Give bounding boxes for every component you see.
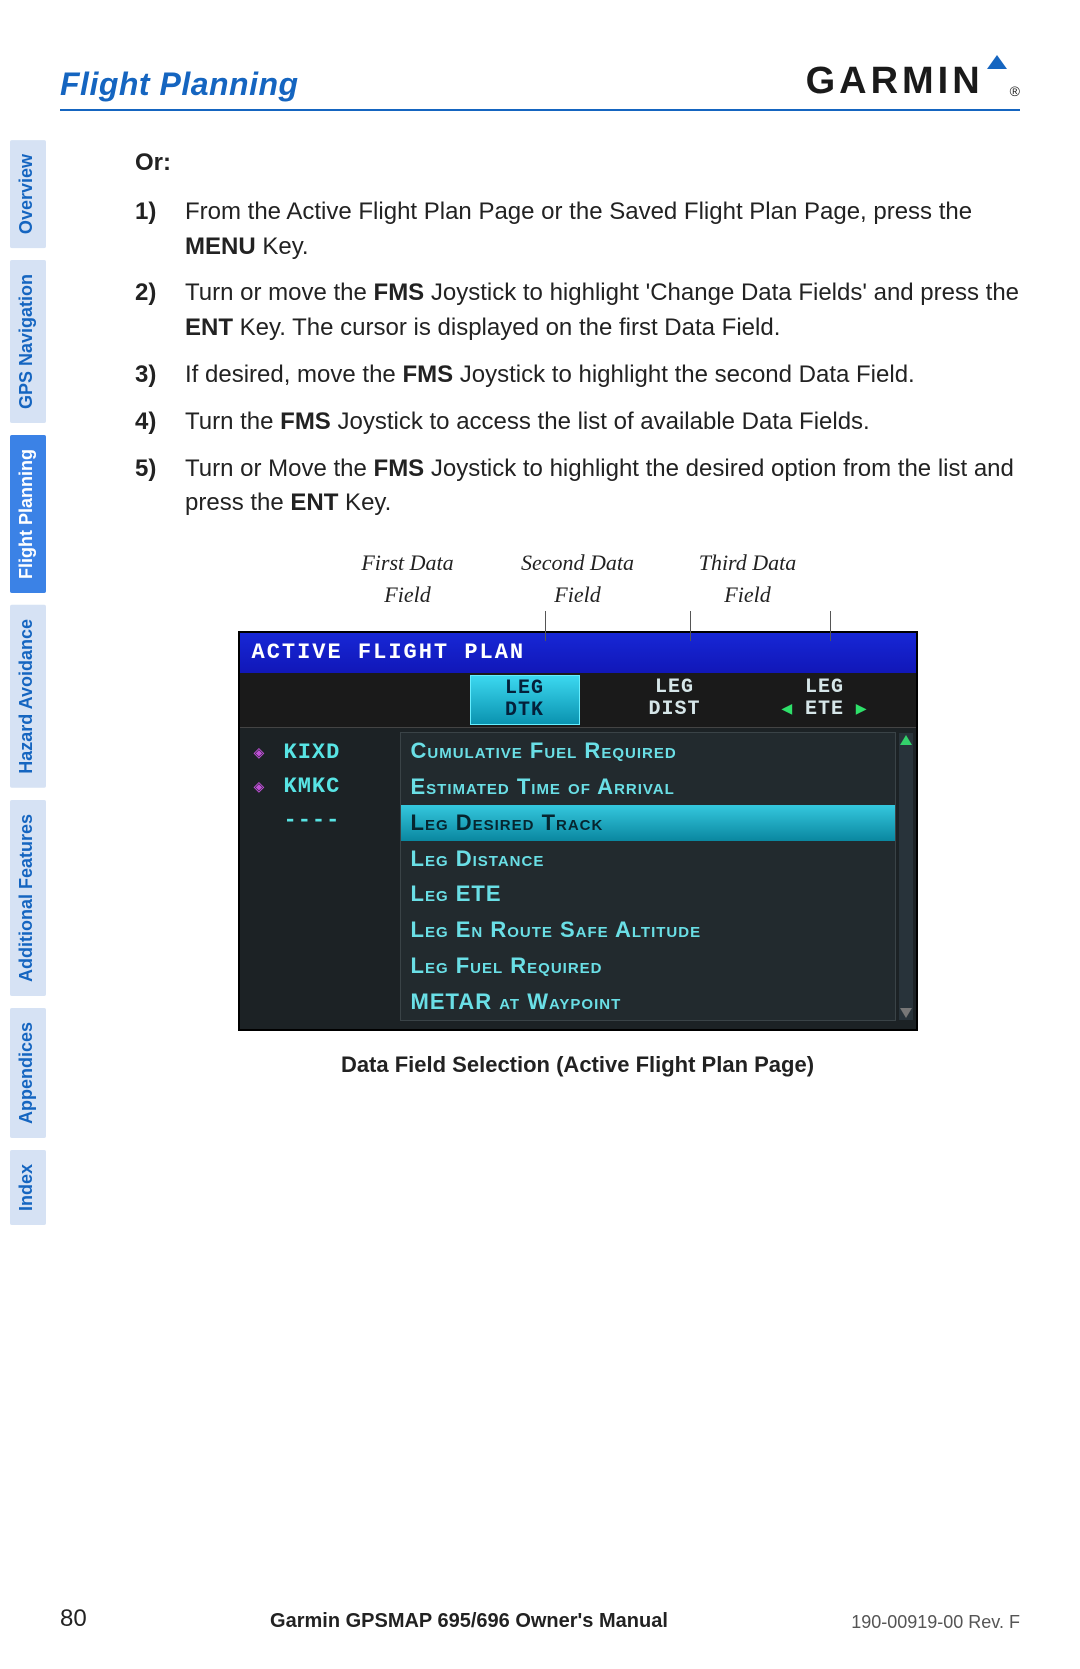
tab-hazard-avoidance[interactable]: Hazard Avoidance: [10, 605, 46, 788]
arrow-left-icon: ◀: [781, 700, 805, 720]
scroll-down-icon[interactable]: [900, 1008, 912, 1018]
garmin-logo: GARMIN ®: [806, 55, 1020, 103]
side-tabs: Overview GPS Navigation Flight Planning …: [10, 140, 46, 1225]
step-5: 5) Turn or Move the FMS Joystick to high…: [135, 452, 1020, 522]
waypoint-column: ◈KIXD ◈KMKC ----: [240, 728, 400, 1029]
waypoint-icon: ◈: [254, 741, 284, 769]
pointer-line: [830, 611, 831, 641]
step-1: 1) From the Active Flight Plan Page or t…: [135, 195, 1020, 265]
step-text: Turn the FMS Joystick to access the list…: [185, 405, 870, 440]
manual-title: Garmin GPSMAP 695/696 Owner's Manual: [270, 1610, 668, 1633]
pointer-line: [690, 611, 691, 641]
callout-lines: [135, 611, 1020, 633]
tab-overview[interactable]: Overview: [10, 140, 46, 248]
tab-index[interactable]: Index: [10, 1150, 46, 1225]
tab-additional-features[interactable]: Additional Features: [10, 800, 46, 996]
dropdown-option[interactable]: Cumulative Fuel Required: [401, 733, 895, 769]
waypoint-row: ----: [254, 804, 394, 838]
dropdown-option-selected[interactable]: Leg Desired Track: [401, 805, 895, 841]
field-callouts: First Data Field Second Data Field Third…: [135, 547, 1020, 611]
column-leg-dtk[interactable]: LEG DTK: [470, 675, 580, 725]
step-4: 4) Turn the FMS Joystick to access the l…: [135, 405, 1020, 440]
page-footer: 80 Garmin GPSMAP 695/696 Owner's Manual …: [60, 1605, 1020, 1633]
page-number: 80: [60, 1605, 87, 1633]
dropdown-scrollbar[interactable]: [899, 733, 913, 1020]
device-screenshot: ACTIVE FLIGHT PLAN LEG DTK LEG DIST LEG …: [238, 631, 918, 1031]
step-text: From the Active Flight Plan Page or the …: [185, 195, 1020, 265]
tab-gps-navigation[interactable]: GPS Navigation: [10, 260, 46, 423]
step-number: 4): [135, 405, 167, 440]
dropdown-option[interactable]: METAR at Waypoint: [401, 984, 895, 1020]
step-text: Turn or Move the FMS Joystick to highlig…: [185, 452, 1020, 522]
arrow-right-icon: ▶: [844, 700, 868, 720]
or-label: Or:: [135, 146, 1020, 181]
dropdown-option[interactable]: Estimated Time of Arrival: [401, 769, 895, 805]
step-list: 1) From the Active Flight Plan Page or t…: [135, 195, 1020, 521]
callout-third-data-field: Third Data Field: [678, 547, 818, 611]
step-number: 2): [135, 276, 167, 346]
body-content: Or: 1) From the Active Flight Plan Page …: [135, 146, 1020, 1081]
scroll-up-icon[interactable]: [900, 735, 912, 745]
step-2: 2) Turn or move the FMS Joystick to high…: [135, 276, 1020, 346]
revision-code: 190-00919-00 Rev. F: [851, 1612, 1020, 1633]
section-title: Flight Planning: [60, 66, 299, 103]
page-header: Flight Planning GARMIN ®: [60, 55, 1020, 111]
logo-text: GARMIN: [806, 60, 984, 103]
waypoint-row: ◈KIXD: [254, 736, 394, 770]
device-column-headers: LEG DTK LEG DIST LEG ◀ ETE ▶: [240, 673, 916, 728]
step-text: If desired, move the FMS Joystick to hig…: [185, 358, 915, 393]
step-number: 1): [135, 195, 167, 265]
step-3: 3) If desired, move the FMS Joystick to …: [135, 358, 1020, 393]
column-leg-dist[interactable]: LEG DIST: [620, 675, 730, 725]
dropdown-option[interactable]: Leg ETE: [401, 876, 895, 912]
registered-mark: ®: [1010, 83, 1020, 99]
waypoint-icon: ◈: [254, 775, 284, 803]
dropdown-option[interactable]: Leg En Route Safe Altitude: [401, 912, 895, 948]
step-text: Turn or move the FMS Joystick to highlig…: [185, 276, 1020, 346]
device-body: ◈KIXD ◈KMKC ---- Cumulative Fuel Require…: [240, 728, 916, 1029]
step-number: 3): [135, 358, 167, 393]
device-screen-title: ACTIVE FLIGHT PLAN: [240, 633, 916, 673]
manual-page: Flight Planning GARMIN ® Overview GPS Na…: [0, 0, 1080, 1669]
column-leg-ete[interactable]: LEG ◀ ETE ▶: [770, 675, 880, 725]
tab-appendices[interactable]: Appendices: [10, 1008, 46, 1138]
pointer-line: [545, 611, 546, 641]
step-number: 5): [135, 452, 167, 522]
callout-first-data-field: First Data Field: [338, 547, 478, 611]
callout-second-data-field: Second Data Field: [508, 547, 648, 611]
logo-triangle-icon: [987, 55, 1007, 69]
waypoint-row: ◈KMKC: [254, 770, 394, 804]
dropdown-option[interactable]: Leg Fuel Required: [401, 948, 895, 984]
dropdown-option[interactable]: Leg Distance: [401, 841, 895, 877]
figure-caption: Data Field Selection (Active Flight Plan…: [135, 1049, 1020, 1081]
data-field-dropdown[interactable]: Cumulative Fuel Required Estimated Time …: [400, 732, 896, 1021]
tab-flight-planning[interactable]: Flight Planning: [10, 435, 46, 593]
